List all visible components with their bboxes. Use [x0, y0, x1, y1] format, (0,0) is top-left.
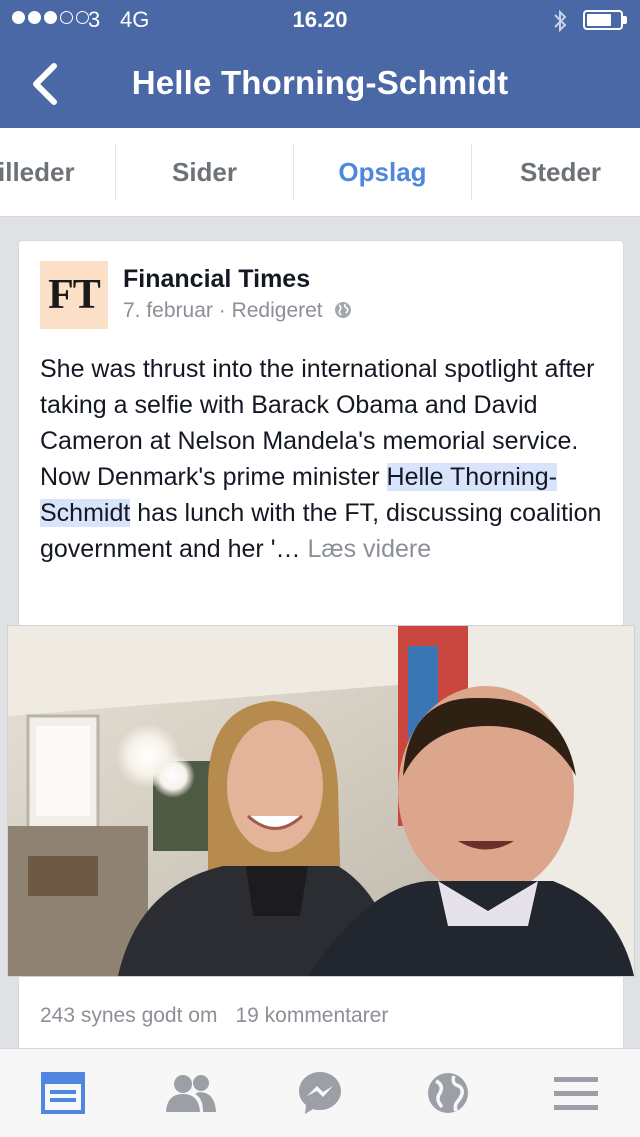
nav-friends[interactable]: [151, 1063, 231, 1123]
nav-news-feed[interactable]: [23, 1063, 103, 1123]
source-name[interactable]: Financial Times: [123, 265, 310, 294]
friends-icon: [166, 1075, 216, 1112]
tab-photos[interactable]: illeder: [0, 128, 112, 216]
globe-icon: [428, 1073, 468, 1113]
post-stats: 243 synes godt om 19 kommentarer: [40, 1004, 388, 1028]
post-meta: 7. februar · Redigeret: [123, 299, 352, 323]
tab-posts[interactable]: Opslag: [294, 128, 471, 216]
nav-notifications[interactable]: [408, 1063, 488, 1123]
page-title: Helle Thorning-Schmidt: [131, 64, 509, 101]
header: 3 4G 16.20 Helle Thorning-Schmidt: [0, 0, 640, 128]
comments-count[interactable]: 19 kommentarer: [235, 1004, 388, 1027]
nav-more[interactable]: [536, 1063, 616, 1123]
post-text: She was thrust into the international sp…: [40, 351, 610, 567]
tab-bar: illeder Sider Opslag Steder: [0, 128, 640, 217]
news-feed-icon: [41, 1072, 85, 1114]
status-bar: 3 4G 16.20: [0, 0, 640, 42]
likes-count[interactable]: 243 synes godt om: [40, 1004, 217, 1027]
battery-icon: [583, 10, 627, 30]
read-more-link[interactable]: Læs videre: [307, 535, 431, 563]
menu-icon: [554, 1077, 598, 1110]
post-photo[interactable]: [7, 625, 635, 977]
bottom-nav: [0, 1048, 640, 1137]
status-time: 16.20: [292, 7, 348, 32]
edited-label[interactable]: Redigeret: [232, 299, 323, 322]
selfie-image: [8, 626, 634, 976]
globe-icon: [335, 302, 352, 318]
source-avatar[interactable]: FT: [40, 261, 108, 329]
tab-pages[interactable]: Sider: [116, 128, 293, 216]
meta-separator: ·: [218, 299, 226, 322]
nav-messenger[interactable]: [280, 1063, 360, 1123]
messenger-icon: [299, 1072, 341, 1114]
tab-places[interactable]: Steder: [472, 128, 640, 216]
post-date[interactable]: 7. februar: [123, 299, 213, 322]
bluetooth-icon: [554, 9, 567, 33]
